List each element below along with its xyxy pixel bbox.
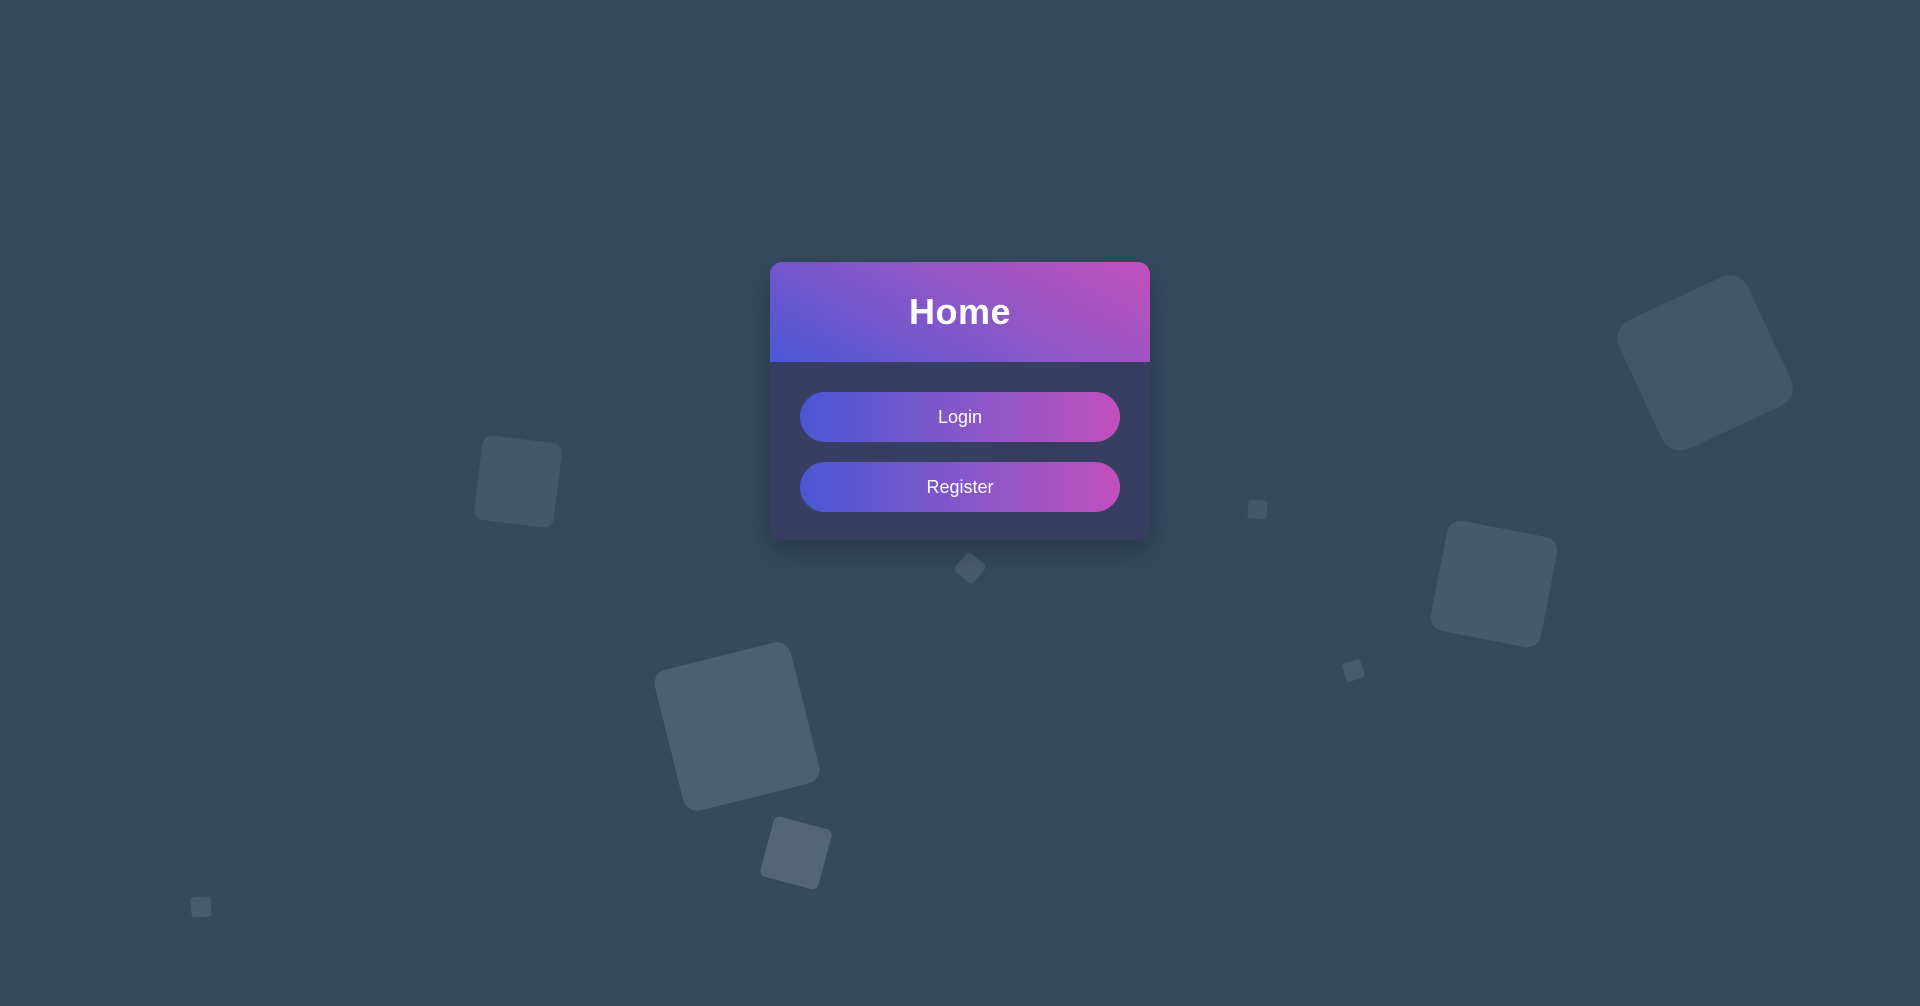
login-button[interactable]: Login bbox=[800, 392, 1120, 442]
register-button[interactable]: Register bbox=[800, 462, 1120, 512]
background-square-shape bbox=[1341, 658, 1366, 683]
page-title: Home bbox=[908, 291, 1012, 332]
background-square-shape bbox=[1247, 499, 1268, 520]
background-square-shape bbox=[190, 896, 212, 918]
background-square-shape bbox=[1610, 268, 1800, 458]
home-card: Home Login Register bbox=[770, 262, 1150, 540]
background-square-shape bbox=[1428, 518, 1560, 650]
background-square-shape bbox=[953, 551, 987, 585]
card-header: Home bbox=[770, 262, 1150, 362]
background-square-shape bbox=[758, 815, 834, 891]
background-square-shape bbox=[651, 639, 823, 814]
card-body: Login Register bbox=[770, 362, 1150, 512]
background-square-shape bbox=[473, 434, 563, 529]
